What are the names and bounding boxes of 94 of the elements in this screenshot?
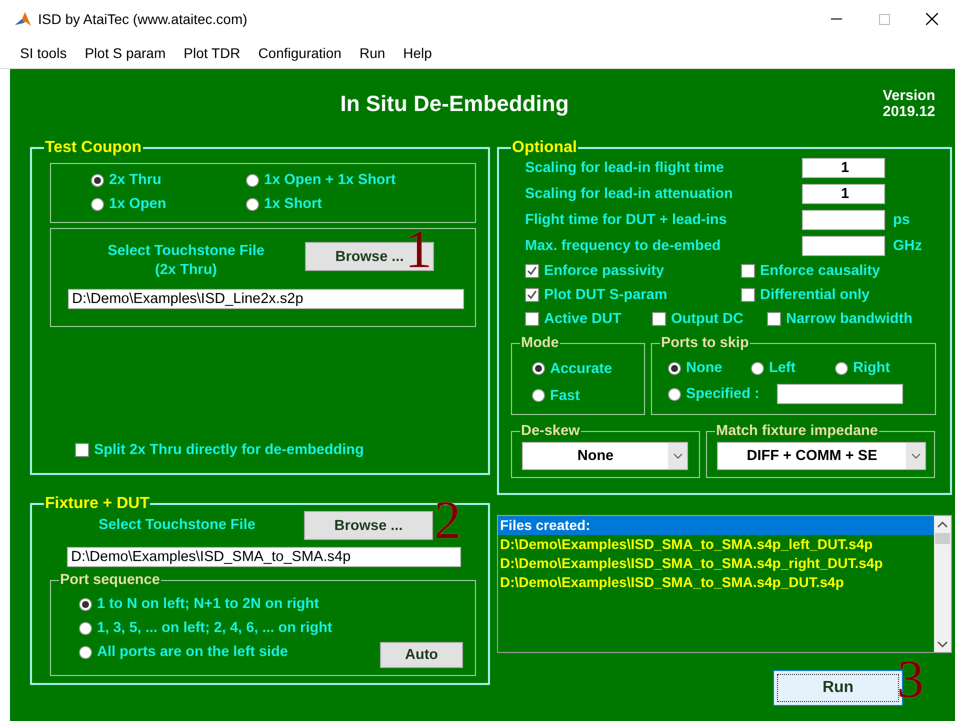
radio-label: 1x Open [109, 196, 166, 212]
group-title: Port sequence [59, 572, 161, 588]
list-item[interactable]: D:\Demo\Examples\ISD_SMA_to_SMA.s4p_right_DUT.s4p [498, 554, 934, 573]
radio-button[interactable] [91, 198, 104, 210]
checkbox-label: Plot DUT S-param [544, 287, 668, 303]
list-item[interactable]: D:\Demo\Examples\ISD_SMA_to_SMA.s4p_DUT.s4p [498, 573, 934, 592]
checkbox-label: Narrow bandwidth [786, 311, 912, 327]
auto-button[interactable]: Auto [380, 642, 463, 668]
radio-label: 1 to N on left; N+1 to 2N on right [97, 596, 319, 612]
menu-item[interactable]: Plot TDR [176, 45, 250, 61]
scrollbar-thumb[interactable] [935, 533, 950, 544]
file-path-field[interactable]: D:\Demo\Examples\ISD_SMA_to_SMA.s4p [67, 547, 461, 567]
radio-label: Accurate [550, 360, 612, 376]
dropdown-arrow-button[interactable] [906, 443, 925, 469]
group-title: Fixture + DUT [44, 495, 150, 513]
group-title: Test Coupon [44, 139, 143, 157]
file-label: Select Touchstone File [106, 242, 266, 261]
radio-button[interactable] [668, 362, 681, 374]
chevron-down-icon [672, 453, 682, 459]
version-number: 2019.12 [882, 104, 936, 120]
number-field[interactable]: 1 [802, 184, 885, 204]
menu-item[interactable]: Help [395, 45, 442, 61]
field-label: Max. frequency to de-embed [525, 238, 722, 254]
radio-label: All ports are on the left side [97, 644, 288, 660]
radio-button[interactable] [79, 598, 92, 610]
chevron-down-icon [910, 453, 920, 459]
checkbox[interactable] [525, 288, 539, 302]
list-item[interactable]: Files created: [498, 516, 934, 535]
checkbox-label: Split 2x Thru directly for de-embedding [94, 442, 364, 458]
number-field[interactable] [802, 210, 885, 230]
file-label: Select Touchstone File [98, 516, 256, 535]
radio-label: Fast [550, 388, 580, 404]
field-label: Scaling for lead-in flight time [525, 160, 725, 176]
group-title: Ports to skip [660, 335, 750, 351]
radio-label: 1x Open + 1x Short [264, 172, 396, 188]
radio-label: 1, 3, 5, ... on left; 2, 4, 6, ... on right [97, 620, 332, 636]
radio-button[interactable] [79, 622, 92, 634]
dropdown-arrow-button[interactable] [668, 443, 687, 469]
browse-button[interactable]: Browse ... [304, 511, 433, 540]
unit-label: ps [892, 212, 911, 228]
radio-button[interactable] [751, 362, 764, 374]
unit-label: GHz [892, 238, 923, 254]
field-label: Scaling for lead-in attenuation [525, 186, 734, 202]
checkbox-label: Enforce causality [760, 263, 880, 279]
file-sublabel: (2x Thru) [154, 261, 218, 280]
radio-button[interactable] [835, 362, 848, 374]
checkbox[interactable] [767, 312, 781, 326]
scrollbar[interactable] [934, 516, 951, 652]
radio-label: 2x Thru [109, 172, 162, 188]
radio-label: 1x Short [264, 196, 322, 212]
radio-button[interactable] [79, 646, 92, 658]
radio-button[interactable] [91, 174, 104, 186]
radio-button[interactable] [532, 389, 545, 402]
checkbox[interactable] [75, 443, 89, 457]
radio-button[interactable] [668, 388, 681, 400]
group-title: Match fixture impedane [715, 423, 879, 439]
radio-label: None [686, 360, 722, 376]
checkbox[interactable] [525, 264, 539, 278]
group-title: De-skew [520, 423, 581, 439]
group-title: Mode [520, 335, 560, 351]
maximize-icon [878, 14, 890, 24]
checkbox-label: Differential only [760, 287, 870, 303]
checkbox-label: Output DC [671, 311, 744, 327]
text-field[interactable] [777, 384, 904, 404]
field-label: Flight time for DUT + lead-ins [525, 212, 728, 228]
group-title: Optional [511, 139, 578, 157]
file-path-field[interactable]: D:\Demo\Examples\ISD_Line2x.s2p [68, 289, 464, 309]
checkbox-label: Enforce passivity [544, 263, 664, 279]
window-title: ISD by AtaiTec (www.ataitec.com) [38, 11, 248, 27]
radio-label: Specified : [686, 386, 760, 402]
number-field[interactable]: 1 [802, 158, 885, 178]
radio-label: Right [853, 360, 890, 376]
checkbox-label: Active DUT [544, 311, 622, 327]
radio-label: Left [769, 360, 796, 376]
number-field[interactable] [802, 236, 885, 256]
dropdown[interactable]: None [522, 442, 688, 470]
menu-item[interactable]: Run [351, 45, 396, 61]
app-icon [14, 10, 32, 28]
version-label: Version [882, 88, 936, 104]
dropdown[interactable]: DIFF + COMM + SE [717, 442, 926, 470]
step-number: 2 [434, 495, 461, 545]
checkbox[interactable] [525, 312, 539, 326]
menu-item[interactable]: SI tools [12, 45, 77, 61]
close-icon [926, 13, 938, 25]
radio-button[interactable] [532, 362, 545, 375]
checkbox[interactable] [652, 312, 666, 326]
radio-button[interactable] [246, 198, 259, 210]
app-title: In Situ De-Embedding [339, 91, 570, 117]
menu-item[interactable]: Plot S param [76, 45, 176, 61]
checkbox[interactable] [741, 264, 755, 278]
menu-item[interactable]: Configuration [250, 45, 352, 61]
radio-button[interactable] [246, 174, 259, 186]
checkbox[interactable] [741, 288, 755, 302]
list-item[interactable]: D:\Demo\Examples\ISD_SMA_to_SMA.s4p_left_DUT.s4p [498, 535, 934, 554]
